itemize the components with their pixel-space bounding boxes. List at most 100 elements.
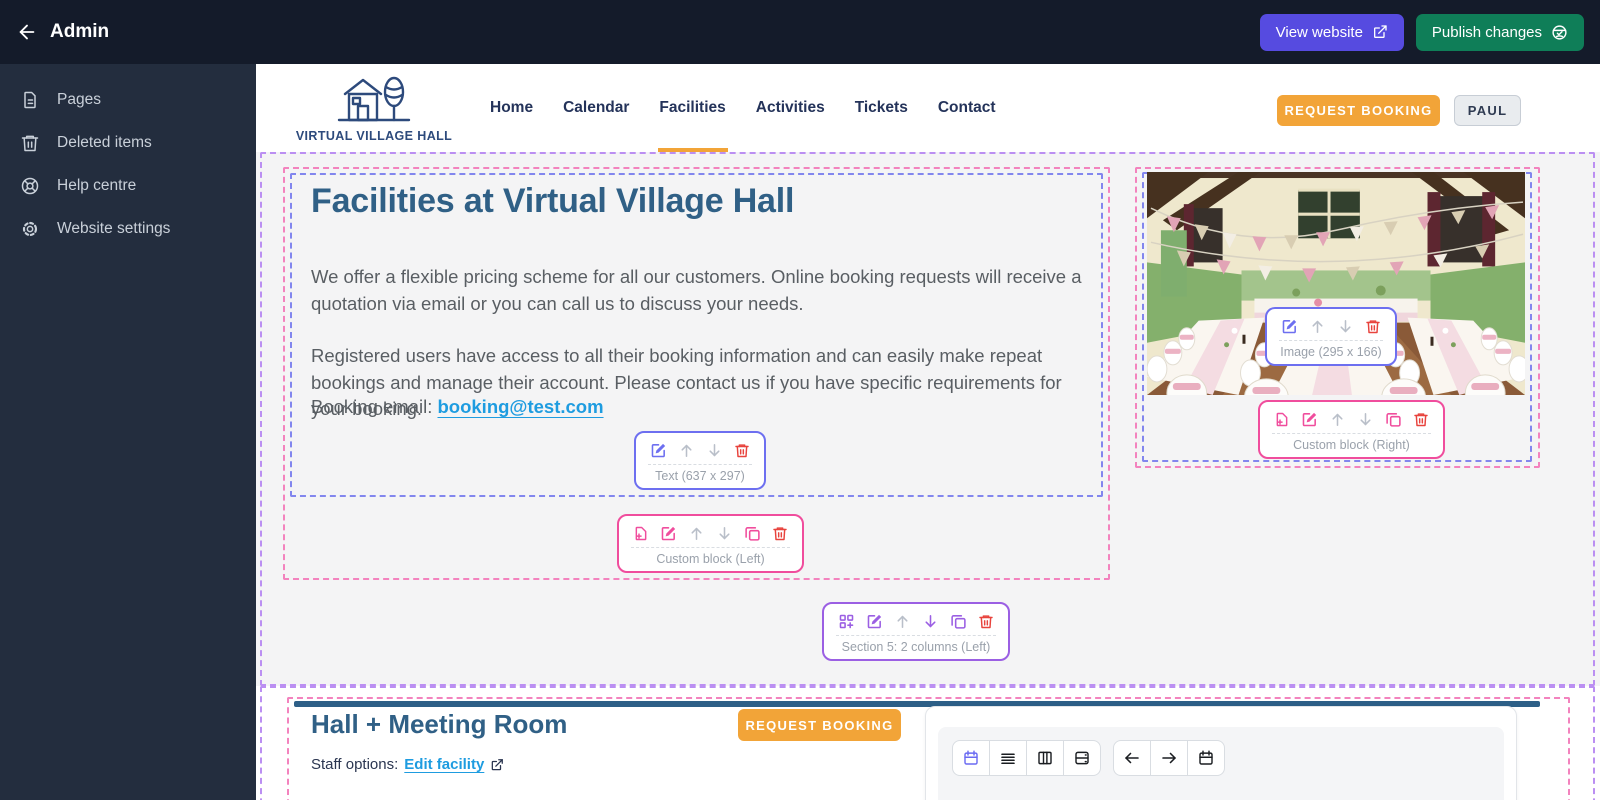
arrow-right-icon [1162, 752, 1176, 764]
site-nav: Home Calendar Facilities Activities Tick… [490, 64, 996, 152]
edit-icon[interactable] [866, 613, 883, 630]
website-preview: VIRTUAL VILLAGE HALL Home Calendar Facil… [256, 64, 1600, 800]
nav-item-calendar[interactable]: Calendar [563, 64, 629, 152]
columns-icon [1038, 751, 1052, 765]
external-link-icon [1372, 24, 1388, 40]
duplicate-icon[interactable] [950, 613, 967, 630]
move-down-icon[interactable] [716, 525, 733, 542]
page-icon [20, 90, 40, 110]
custom-block-left-label: Custom block (Left) [656, 552, 765, 566]
booking-email-link[interactable]: booking@test.com [437, 396, 603, 417]
edit-icon[interactable] [1281, 318, 1298, 335]
section5-control: Section 5: 2 columns (Left) [822, 602, 1010, 661]
custom-block-right-control: Custom block (Right) [1258, 400, 1445, 459]
calendar-nav-group [1113, 740, 1225, 776]
back-to-admin[interactable]: Admin [16, 21, 109, 43]
section5-label: Section 5: 2 columns (Left) [841, 640, 991, 654]
list-view-button[interactable] [989, 740, 1027, 776]
move-up-icon[interactable] [1329, 411, 1346, 428]
sidebar-item-label: Pages [57, 90, 101, 108]
image-block-control: Image (295 x 166) [1265, 307, 1397, 366]
sidebar-item-label: Help centre [57, 176, 137, 194]
external-link-icon [490, 758, 504, 772]
edit-icon[interactable] [660, 525, 677, 542]
arrow-left-icon [1125, 752, 1139, 764]
duplicate-icon[interactable] [744, 525, 761, 542]
nav-item-facilities[interactable]: Facilities [659, 64, 725, 152]
custom-block-left-control: Custom block (Left) [617, 514, 804, 573]
move-down-icon[interactable] [1337, 318, 1354, 335]
move-up-icon[interactable] [678, 442, 695, 459]
columns-view-button[interactable] [1026, 740, 1064, 776]
site-header: VIRTUAL VILLAGE HALL Home Calendar Facil… [256, 64, 1600, 152]
nav-item-home[interactable]: Home [490, 64, 533, 152]
sidebar-item-help-centre[interactable]: Help centre [0, 164, 256, 207]
site-logo[interactable]: VIRTUAL VILLAGE HALL [295, 68, 453, 148]
today-button[interactable] [1187, 740, 1225, 776]
calendar-view-group [952, 740, 1101, 776]
month-view-button[interactable] [952, 740, 990, 776]
section-layout-icon[interactable] [838, 613, 855, 630]
sidebar-item-label: Website settings [57, 219, 171, 237]
calendar-icon [964, 750, 978, 765]
site-logo-text: VIRTUAL VILLAGE HALL [295, 128, 453, 143]
admin-sidebar: Pages Deleted items Help centre Website … [0, 64, 256, 800]
intro-paragraph: We offer a flexible pricing scheme for a… [311, 266, 1082, 314]
custom-block-right-label: Custom block (Right) [1293, 438, 1410, 452]
rows-view-button[interactable] [1063, 740, 1101, 776]
nav-item-contact[interactable]: Contact [938, 64, 996, 152]
edit-facility-link[interactable]: Edit facility [404, 756, 484, 773]
sidebar-item-website-settings[interactable]: Website settings [0, 207, 256, 250]
admin-topbar: Admin View website Publish changes [0, 0, 1600, 64]
user-account-button[interactable]: PAUL [1454, 95, 1521, 126]
move-up-icon[interactable] [1309, 318, 1326, 335]
rows-icon [1075, 751, 1089, 765]
facility-title: Hall + Meeting Room [311, 709, 568, 739]
edit-icon[interactable] [650, 442, 667, 459]
sidebar-item-deleted-items[interactable]: Deleted items [0, 121, 256, 164]
list-icon [1001, 753, 1015, 765]
staff-options-line: Staff options: Edit facility [311, 756, 504, 773]
prev-button[interactable] [1113, 740, 1151, 776]
duplicate-icon[interactable] [1385, 411, 1402, 428]
text-block-control: Text (637 x 297) [634, 431, 766, 490]
calendar-panel [938, 727, 1504, 800]
nav-item-tickets[interactable]: Tickets [855, 64, 908, 152]
image-block-label: Image (295 x 166) [1280, 345, 1382, 359]
trash-icon [20, 133, 40, 153]
delete-icon[interactable] [1413, 411, 1429, 428]
calendar-toolbar [952, 740, 1225, 776]
add-block-icon[interactable] [1274, 411, 1290, 428]
gear-icon [20, 219, 40, 239]
sidebar-item-label: Deleted items [57, 133, 152, 151]
move-down-icon[interactable] [706, 442, 723, 459]
delete-icon[interactable] [772, 525, 788, 542]
booking-email-line: Booking email: booking@test.com [311, 396, 604, 418]
lifebuoy-icon [20, 176, 40, 196]
village-hall-logo-icon [331, 74, 417, 126]
nav-item-activities[interactable]: Activities [756, 64, 825, 152]
sidebar-item-pages[interactable]: Pages [0, 78, 256, 121]
delete-icon[interactable] [734, 442, 750, 459]
delete-icon[interactable] [978, 613, 994, 630]
calendar-icon [1199, 750, 1213, 765]
publish-changes-button[interactable]: Publish changes [1415, 13, 1584, 51]
globe-check-icon [1551, 24, 1568, 41]
page-title: Facilities at Virtual Village Hall [311, 182, 795, 220]
move-down-icon[interactable] [922, 613, 939, 630]
view-website-button[interactable]: View website [1259, 13, 1404, 51]
staff-options-label: Staff options: [311, 756, 399, 773]
edit-icon[interactable] [1301, 411, 1318, 428]
text-block-label: Text (637 x 297) [655, 469, 745, 483]
move-down-icon[interactable] [1357, 411, 1374, 428]
move-up-icon[interactable] [894, 613, 911, 630]
next-button[interactable] [1150, 740, 1188, 776]
back-arrow-icon[interactable] [16, 21, 38, 43]
delete-icon[interactable] [1365, 318, 1381, 335]
facility-calendar-card [925, 706, 1517, 800]
request-booking-button[interactable]: REQUEST BOOKING [1277, 95, 1440, 126]
add-block-icon[interactable] [633, 525, 649, 542]
move-up-icon[interactable] [688, 525, 705, 542]
facility-request-booking-button[interactable]: REQUEST BOOKING [738, 709, 901, 741]
booking-email-label: Booking email: [311, 396, 433, 417]
